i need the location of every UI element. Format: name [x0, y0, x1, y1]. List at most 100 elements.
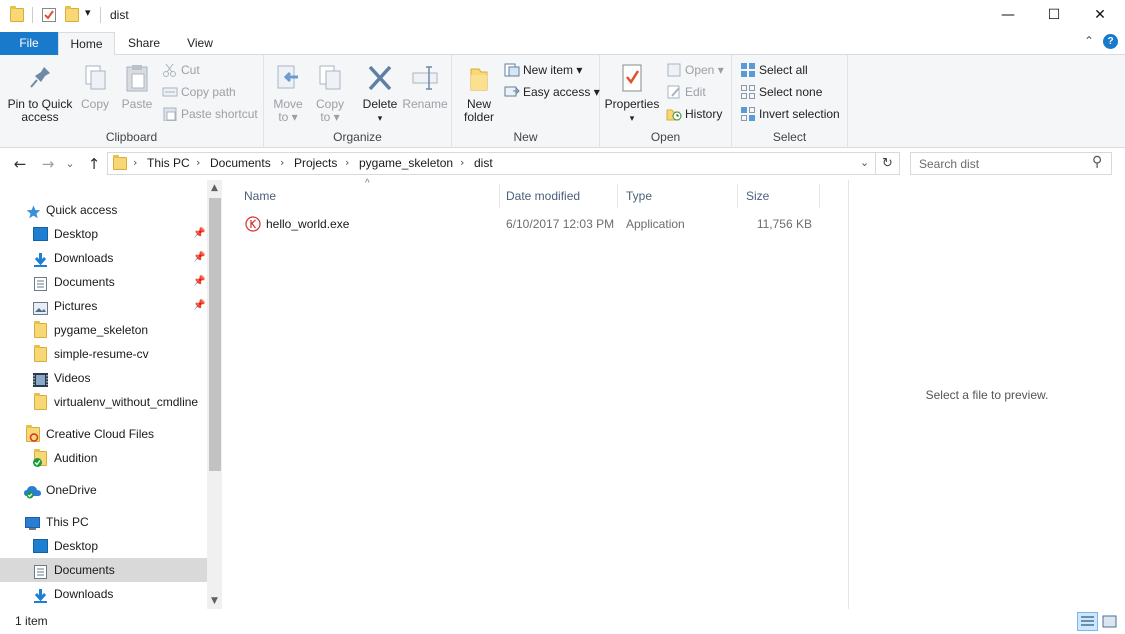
- invert-selection-button[interactable]: Invert selection: [740, 104, 840, 124]
- crumb-projects[interactable]: Projects: [294, 156, 337, 170]
- move-to-button[interactable]: Move to ▾: [270, 59, 306, 124]
- minimize-button[interactable]: —: [985, 0, 1031, 30]
- properties-check-icon[interactable]: [42, 8, 56, 22]
- nav-desktop-pinned[interactable]: Desktop 📌: [0, 222, 207, 246]
- nav-desktop[interactable]: Desktop: [0, 534, 207, 558]
- nav-scroll-down-button[interactable]: ▼: [207, 593, 222, 609]
- delete-label-line1: Delete: [362, 97, 398, 111]
- new-folder-qat-icon[interactable]: [65, 6, 79, 22]
- new-item-button[interactable]: New item ▾: [504, 60, 582, 80]
- nav-scrollbar-thumb[interactable]: [209, 198, 221, 471]
- download-icon: [33, 587, 48, 603]
- copy-button[interactable]: Copy: [76, 59, 114, 111]
- column-header-type[interactable]: Type: [618, 184, 738, 208]
- select-all-button[interactable]: Select all: [740, 60, 808, 80]
- nav-documents-pinned[interactable]: Documents 📌: [0, 270, 207, 294]
- select-none-icon: [740, 85, 756, 99]
- tab-file[interactable]: File: [0, 32, 58, 55]
- open-label: Open ▾: [685, 63, 724, 77]
- column-header-name[interactable]: Name: [236, 184, 500, 208]
- up-button[interactable]: ↑: [84, 154, 104, 174]
- crumb-separator[interactable]: ›: [196, 156, 200, 169]
- copy-path-button[interactable]: Copy path: [162, 82, 236, 102]
- nav-downloads[interactable]: Downloads: [0, 582, 207, 606]
- search-input[interactable]: [911, 153, 1081, 174]
- ribbon-collapse-button[interactable]: ⌃: [1084, 34, 1094, 48]
- rename-button[interactable]: Rename: [402, 59, 448, 111]
- search-box[interactable]: ⚲: [910, 152, 1112, 175]
- item-count: 1 item: [15, 614, 48, 628]
- large-icons-view-button[interactable]: [1099, 612, 1120, 631]
- move-to-label-line2: to ▾: [278, 110, 298, 124]
- nav-audition[interactable]: Audition: [0, 446, 207, 470]
- back-button[interactable]: ←: [10, 154, 30, 174]
- open-button[interactable]: Open ▾: [666, 60, 724, 80]
- maximize-button[interactable]: ☐: [1031, 0, 1077, 30]
- nav-onedrive[interactable]: OneDrive: [0, 478, 207, 502]
- nav-label: Downloads: [54, 587, 114, 601]
- refresh-button[interactable]: ↻: [876, 152, 900, 175]
- nav-creative-cloud-files[interactable]: Creative Cloud Files: [0, 422, 207, 446]
- address-dropdown-button[interactable]: ⌄: [860, 156, 869, 169]
- history-button[interactable]: History: [666, 104, 722, 124]
- crumb-documents[interactable]: Documents: [210, 156, 271, 170]
- nav-virtualenv-without-cmdline[interactable]: virtualenv_without_cmdline: [0, 390, 207, 414]
- properties-button[interactable]: Properties ▾: [604, 59, 660, 125]
- column-header-size[interactable]: Size: [738, 184, 820, 208]
- delete-button[interactable]: Delete ▾: [360, 59, 400, 125]
- qat-customize-dropdown[interactable]: ▾: [85, 6, 91, 19]
- new-folder-button[interactable]: New folder: [458, 59, 500, 124]
- nav-pygame-skeleton[interactable]: pygame_skeleton: [0, 318, 207, 342]
- nav-quick-access[interactable]: Quick access: [0, 198, 207, 222]
- easy-access-button[interactable]: Easy access ▾: [504, 82, 600, 102]
- select-none-button[interactable]: Select none: [740, 82, 822, 102]
- copy-icon: [81, 63, 109, 93]
- folder-icon: [34, 345, 47, 362]
- crumb-separator[interactable]: ›: [345, 156, 349, 169]
- crumb-separator[interactable]: ›: [280, 156, 284, 169]
- crumb-dist[interactable]: dist: [474, 156, 493, 170]
- tab-share[interactable]: Share: [118, 32, 170, 55]
- crumb-pygame-skeleton[interactable]: pygame_skeleton: [359, 156, 453, 170]
- properties-label: Properties: [604, 97, 660, 111]
- nav-documents[interactable]: Documents: [0, 558, 207, 582]
- ribbon-tabs: File Home Share View ⌃ ?: [0, 32, 1125, 56]
- paste-button[interactable]: Paste: [116, 59, 158, 111]
- star-icon: [26, 203, 41, 219]
- crumb-this-pc[interactable]: This PC: [147, 156, 190, 170]
- copy-to-button[interactable]: Copy to ▾: [312, 59, 348, 124]
- tab-home[interactable]: Home: [58, 32, 115, 56]
- column-header-date-modified[interactable]: Date modified: [498, 184, 618, 208]
- rename-label: Rename: [402, 97, 448, 111]
- pin-to-quick-access-button[interactable]: Pin to Quick access: [4, 59, 76, 124]
- edit-button[interactable]: Edit: [666, 82, 706, 102]
- help-button[interactable]: ?: [1103, 34, 1118, 49]
- table-row[interactable]: hello_world.exe 6/10/2017 12:03 PM Appli…: [240, 213, 820, 235]
- nav-pictures-pinned[interactable]: Pictures 📌: [0, 294, 207, 318]
- file-list: ^ Name Date modified Type Size hello_wor…: [236, 178, 848, 609]
- paste-shortcut-button[interactable]: Paste shortcut: [162, 104, 258, 124]
- folder-check-icon: [33, 449, 47, 467]
- properties-icon: [618, 63, 646, 93]
- forward-button[interactable]: →: [38, 154, 58, 174]
- address-bar[interactable]: › This PC › Documents › Projects › pygam…: [107, 152, 876, 175]
- details-view-button[interactable]: [1077, 612, 1098, 631]
- nav-label: Documents: [54, 563, 115, 577]
- recent-locations-button[interactable]: ⌄: [62, 154, 78, 174]
- close-button[interactable]: ✕: [1077, 0, 1123, 30]
- onedrive-icon: [24, 483, 41, 499]
- nav-downloads-pinned[interactable]: Downloads 📌: [0, 246, 207, 270]
- documents-icon: [34, 563, 49, 579]
- app-k-icon: [245, 216, 261, 232]
- nav-videos[interactable]: Videos: [0, 366, 207, 390]
- crumb-separator[interactable]: ›: [133, 156, 137, 169]
- select-all-label: Select all: [759, 63, 808, 77]
- crumb-separator[interactable]: ›: [460, 156, 464, 169]
- search-icon[interactable]: ⚲: [1092, 154, 1102, 170]
- cut-button[interactable]: Cut: [162, 60, 200, 80]
- nav-scroll-up-button[interactable]: ▲: [207, 180, 222, 196]
- tab-view[interactable]: View: [174, 32, 226, 55]
- nav-simple-resume-cv[interactable]: simple-resume-cv: [0, 342, 207, 366]
- nav-this-pc[interactable]: This PC: [0, 510, 207, 534]
- address-folder-icon: [113, 155, 127, 170]
